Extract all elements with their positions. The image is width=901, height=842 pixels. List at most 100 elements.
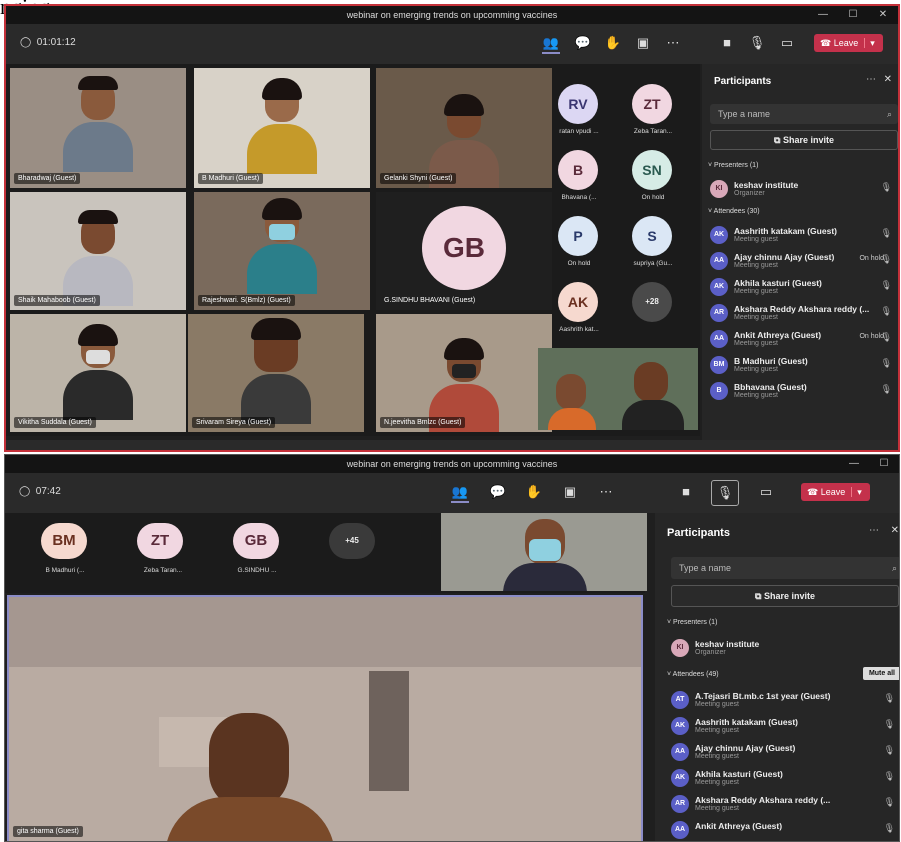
mute-all-button[interactable]: Mute all bbox=[862, 667, 899, 680]
avatar: KI bbox=[671, 639, 689, 657]
participant-row[interactable]: KI keshav institute Organizer 🎙 bbox=[710, 178, 892, 202]
self-view[interactable] bbox=[441, 513, 647, 591]
more-participants-badge[interactable]: +28 bbox=[632, 282, 672, 322]
attendees-heading[interactable]: ˅ Attendees (49) bbox=[667, 671, 719, 678]
avatar-label: G.SINDHU ... bbox=[237, 567, 277, 574]
avatar[interactable]: AK bbox=[558, 282, 598, 322]
participant-row[interactable]: AK Aashrith katakam (Guest) Meeting guest 🎙 bbox=[710, 224, 892, 248]
avatar[interactable]: S bbox=[632, 216, 672, 256]
mic-icon[interactable]: 🎙 bbox=[748, 34, 766, 52]
search-input[interactable]: Type a name ⌕ bbox=[710, 104, 898, 124]
chat-icon[interactable]: 💬 bbox=[489, 483, 507, 501]
minimize-icon[interactable]: — bbox=[839, 455, 869, 473]
participant-row[interactable]: AK Aashrith katakam (Guest) Meeting guest 🎙 bbox=[671, 715, 895, 739]
video-tile[interactable]: Gelanki Shyni (Guest) bbox=[376, 68, 552, 188]
minimize-icon[interactable]: — bbox=[808, 6, 838, 24]
participant-row[interactable]: AA Ajay chinnu Ajay (Guest) Meeting guest 🎙 bbox=[671, 741, 895, 765]
camera-icon[interactable]: ■ bbox=[718, 34, 736, 52]
participant-row[interactable]: AK Akhila kasturi (Guest) Meeting guest 🎙 bbox=[671, 767, 895, 791]
video-tile[interactable]: GB G.SINDHU BHAVANI (Guest) bbox=[376, 192, 552, 310]
mic-muted-icon[interactable]: 🎙 bbox=[711, 480, 739, 506]
video-tile[interactable]: Shaik Mahaboob (Guest) bbox=[10, 192, 186, 310]
maximize-icon[interactable]: ☐ bbox=[869, 455, 899, 473]
close-icon[interactable]: ✕ bbox=[884, 74, 892, 85]
avatar[interactable]: BM bbox=[41, 523, 87, 559]
participants-icon[interactable]: 👥 bbox=[451, 483, 469, 503]
participant-role: Meeting guest bbox=[734, 392, 778, 399]
participant-name: keshav institute bbox=[695, 639, 760, 649]
avatar[interactable]: GB bbox=[233, 523, 279, 559]
avatar[interactable]: ZT bbox=[137, 523, 183, 559]
window-controls: — ☐ ✕ bbox=[808, 6, 898, 24]
self-view[interactable] bbox=[538, 348, 698, 430]
phone-icon: ☎ bbox=[807, 487, 819, 497]
participants-icon[interactable]: 👥 bbox=[542, 34, 560, 54]
leave-button[interactable]: ☎ Leave ▾ bbox=[814, 34, 883, 52]
avatar[interactable]: P bbox=[558, 216, 598, 256]
more-participants-badge[interactable]: +45 bbox=[329, 523, 375, 559]
close-icon[interactable]: ✕ bbox=[891, 525, 899, 536]
reactions-icon[interactable]: ✋ bbox=[525, 483, 543, 501]
share-icon[interactable]: ▭ bbox=[778, 34, 796, 52]
participant-row[interactable]: AK Akhila kasturi (Guest) Meeting guest 🎙 bbox=[710, 276, 892, 300]
avatar[interactable]: SN bbox=[632, 150, 672, 190]
share-invite-button[interactable]: ⧉ Share invite bbox=[671, 585, 899, 607]
rooms-icon[interactable]: ▣ bbox=[634, 34, 652, 52]
presenters-heading[interactable]: ˅ Presenters (1) bbox=[667, 619, 717, 626]
avatar[interactable]: B bbox=[558, 150, 598, 190]
more-icon[interactable]: ⋯ bbox=[866, 74, 876, 85]
mic-muted-icon: 🎙 bbox=[880, 280, 892, 290]
participant-row[interactable]: AA Ankit Athreya (Guest) 🎙 bbox=[671, 819, 895, 841]
participant-row[interactable]: AA Ankit Athreya (Guest) Meeting guest On h… bbox=[710, 328, 892, 352]
presenters-heading[interactable]: ˅ Presenters (1) bbox=[708, 162, 758, 169]
avatar: AA bbox=[710, 252, 728, 270]
mic-muted-icon: 🎙 bbox=[880, 332, 892, 342]
avatar: AK bbox=[671, 717, 689, 735]
participants-panel: Participants ⋯ ✕ Type a name ⌕ ⧉ Share i… bbox=[655, 513, 899, 841]
camera-icon[interactable]: ■ bbox=[677, 483, 695, 501]
avatar-label: Zeba Taran... bbox=[633, 128, 673, 135]
chat-icon[interactable]: 💬 bbox=[574, 34, 592, 52]
avatar[interactable]: RV bbox=[558, 84, 598, 124]
video-tile[interactable]: Srivaram Sireya (Guest) bbox=[188, 314, 364, 432]
close-icon[interactable]: ✕ bbox=[868, 6, 898, 24]
chevron-down-icon[interactable]: ▾ bbox=[864, 38, 875, 48]
participant-row[interactable]: AR Akshara Reddy Akshara reddy (... Meetin… bbox=[671, 793, 895, 817]
video-tile[interactable]: N.jeevitha Bmlzc (Guest) bbox=[376, 314, 552, 432]
leave-button[interactable]: ☎ Leave ▾ bbox=[801, 483, 870, 501]
video-tile[interactable]: Vikitha Suddala (Guest) bbox=[10, 314, 186, 432]
more-icon[interactable]: ⋯ bbox=[869, 525, 879, 536]
chevron-down-icon[interactable]: ▾ bbox=[851, 487, 862, 497]
more-icon[interactable]: ⋯ bbox=[597, 483, 615, 501]
participant-row[interactable]: KI keshav institute Organizer bbox=[671, 637, 895, 661]
presenters-label: Presenters (1) bbox=[673, 619, 718, 626]
share-invite-button[interactable]: ⧉ Share invite bbox=[710, 130, 898, 150]
participant-row[interactable]: AA Ajay chinnu Ajay (Guest) Meeting guest O… bbox=[710, 250, 892, 274]
title-bar: webinar on emerging trends on upcomming … bbox=[6, 6, 898, 24]
participant-row[interactable]: AT A.Tejasri Bt.mb.c 1st year (Guest) Meet… bbox=[671, 689, 895, 713]
video-tile[interactable]: Bharadwaj (Guest) bbox=[10, 68, 186, 188]
rooms-icon[interactable]: ▣ bbox=[561, 483, 579, 501]
search-placeholder: Type a name bbox=[679, 563, 732, 573]
avatar: AA bbox=[671, 743, 689, 761]
attendees-heading[interactable]: ˅ Attendees (30) bbox=[708, 208, 760, 215]
participant-row[interactable]: B Bbhavana (Guest) Meeting guest 🎙 bbox=[710, 380, 892, 404]
more-icon[interactable]: ⋯ bbox=[664, 34, 682, 52]
participant-row[interactable]: AR Akshara Reddy Akshara reddy (... Meetin… bbox=[710, 302, 892, 326]
search-input[interactable]: Type a name ⌕ bbox=[671, 557, 899, 579]
video-tile[interactable]: Rajeshwari. S(Bmlz) (Guest) bbox=[194, 192, 370, 310]
avatar: AA bbox=[710, 330, 728, 348]
speaker-video[interactable]: gita sharma (Guest) bbox=[7, 595, 643, 841]
participant-row[interactable]: BM B Madhuri (Guest) Meeting guest 🎙 bbox=[710, 354, 892, 378]
video-tile[interactable]: B Madhuri (Guest) bbox=[194, 68, 370, 188]
presenters-label: Presenters (1) bbox=[714, 162, 759, 169]
avatar: AK bbox=[671, 769, 689, 787]
reactions-icon[interactable]: ✋ bbox=[604, 34, 622, 52]
share-icon[interactable]: ▭ bbox=[757, 483, 775, 501]
maximize-icon[interactable]: ☐ bbox=[838, 6, 868, 24]
participant-role: Meeting guest bbox=[695, 779, 739, 786]
share-invite-label: Share invite bbox=[763, 591, 815, 601]
avatar[interactable]: ZT bbox=[632, 84, 672, 124]
attendees-label: Attendees (49) bbox=[672, 671, 719, 678]
participants-panel: Participants ⋯ ✕ Type a name ⌕ ⧉ Share i… bbox=[702, 64, 898, 448]
